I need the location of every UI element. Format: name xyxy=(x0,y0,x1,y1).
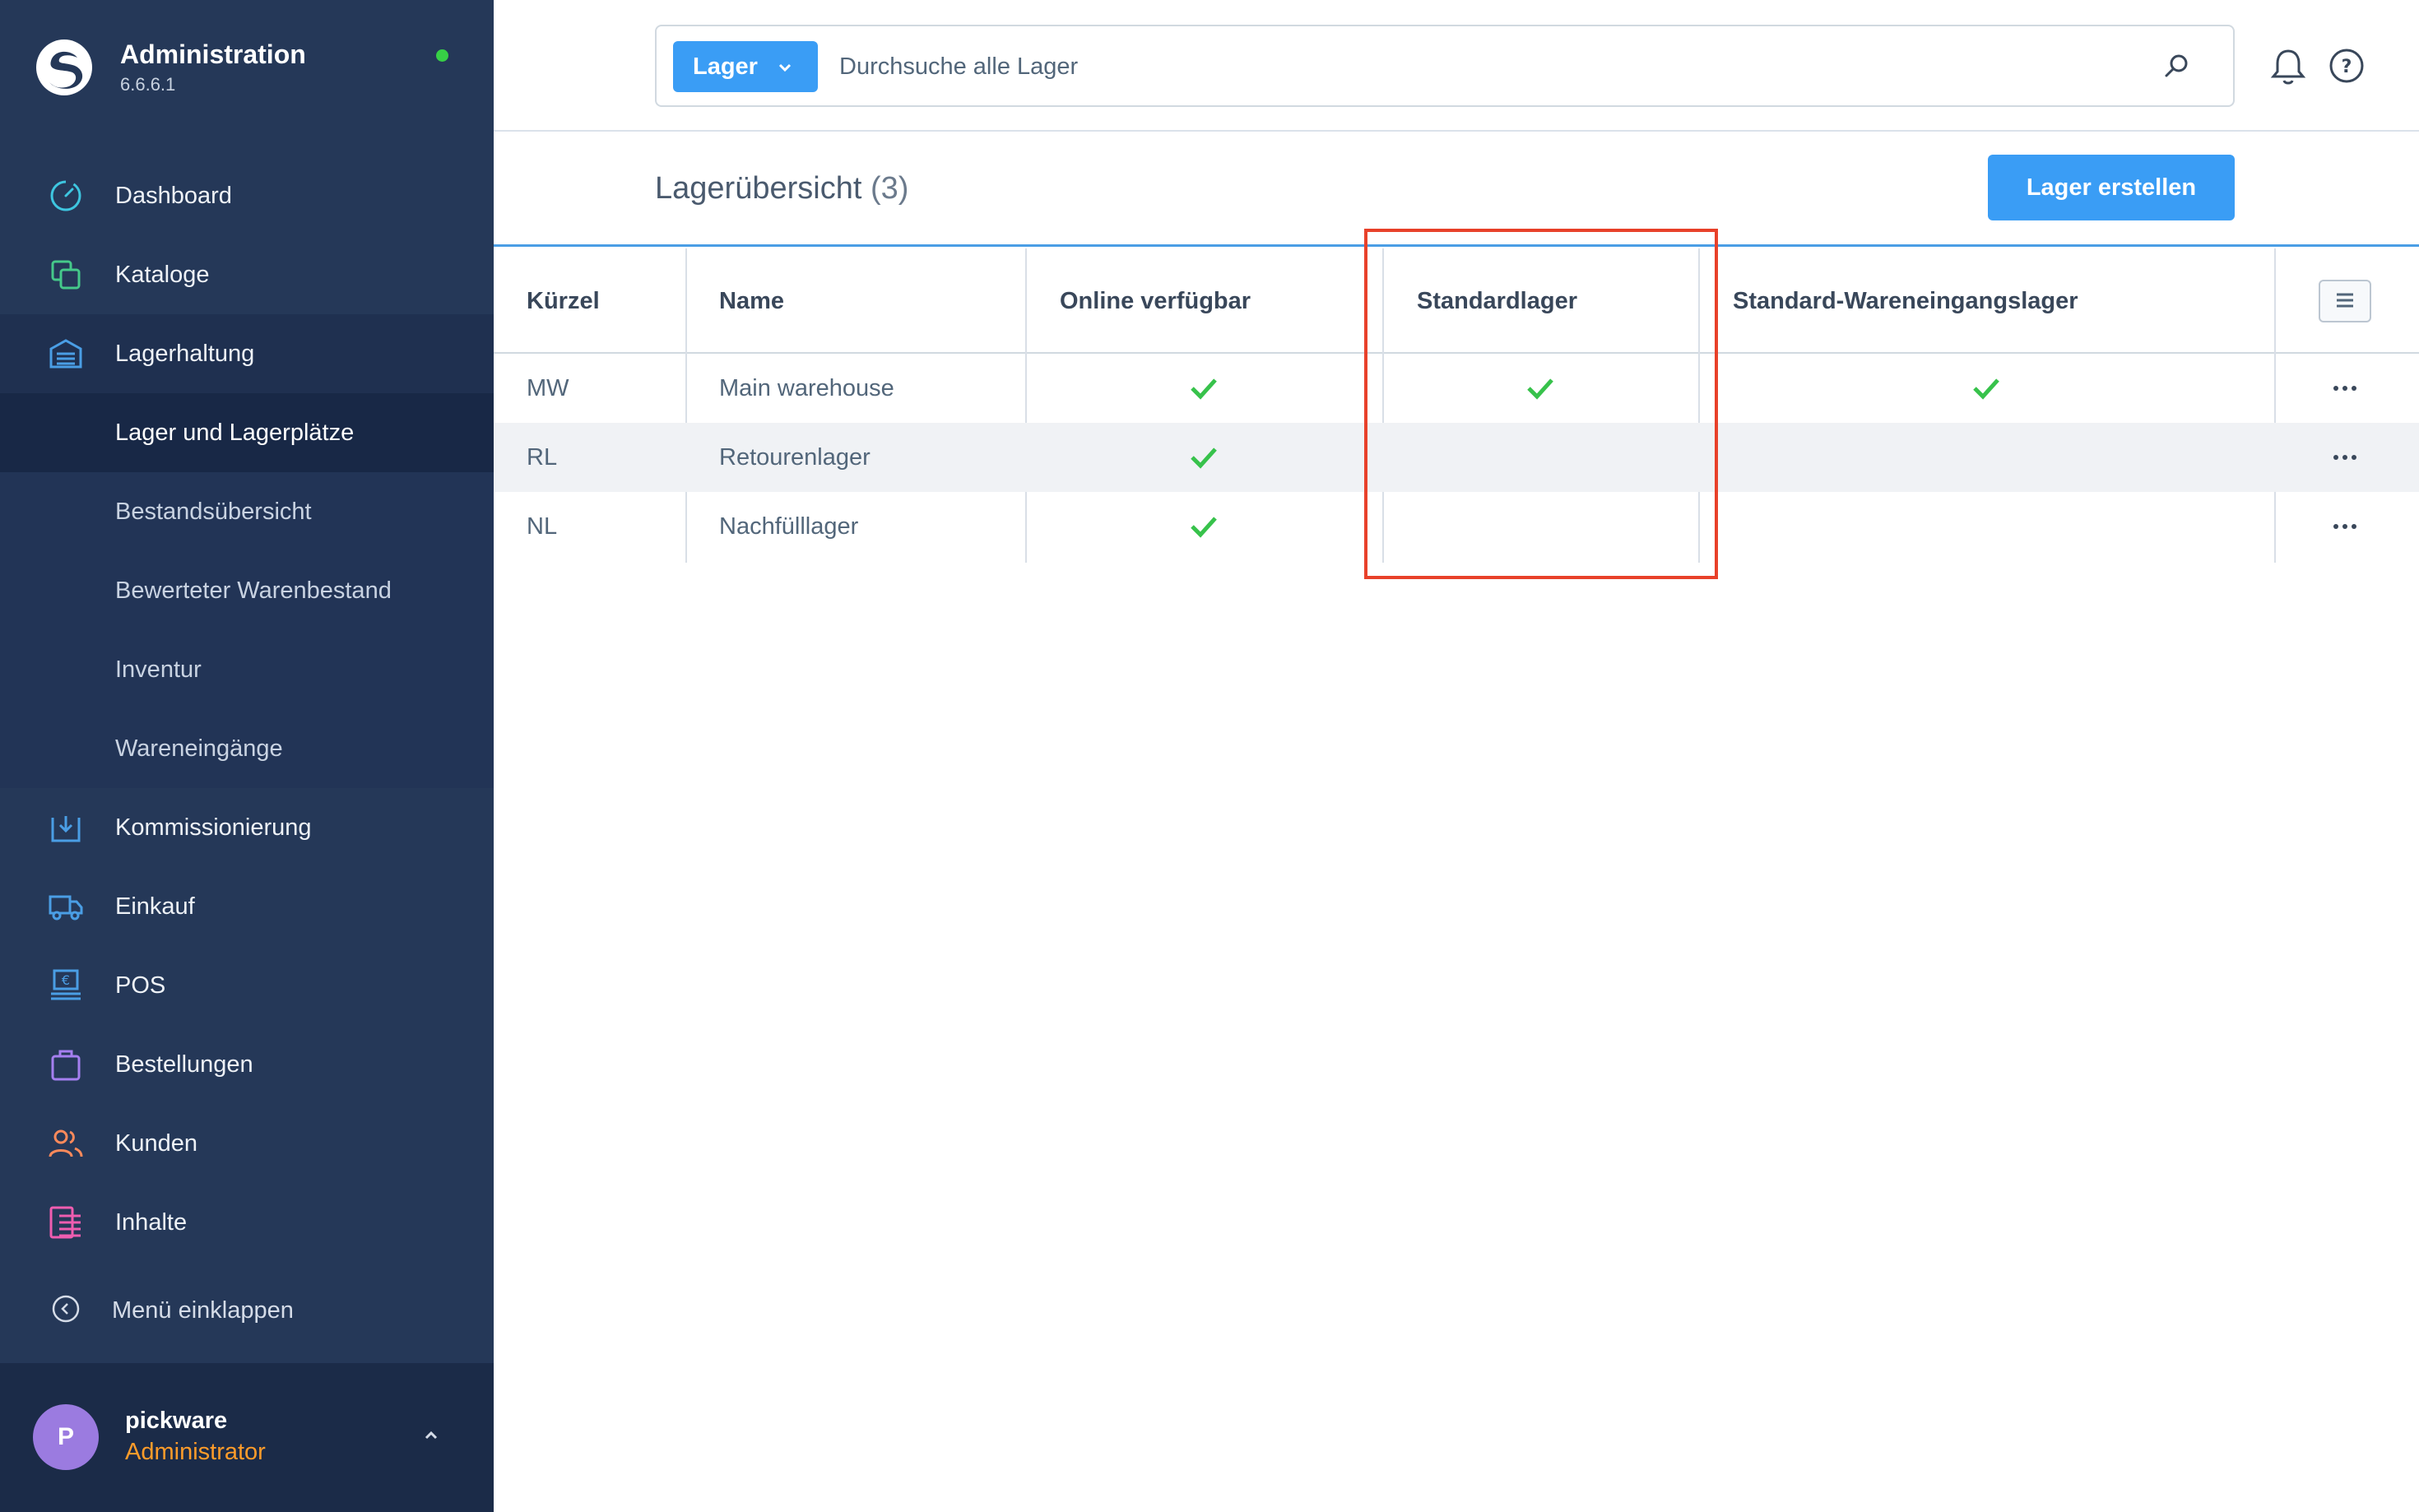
nav-item-lagerhaltung[interactable]: Lagerhaltung xyxy=(0,314,494,393)
check-icon xyxy=(1191,448,1217,469)
nav-item-bestellungen[interactable]: Bestellungen xyxy=(0,1025,494,1104)
nav-label: Kunden xyxy=(115,1129,197,1157)
create-warehouse-button[interactable]: Lager erstellen xyxy=(1988,155,2235,220)
nav-label: Inhalte xyxy=(115,1208,188,1236)
chevron-down-icon xyxy=(778,63,792,72)
online-status-dot xyxy=(436,49,448,62)
help-icon[interactable]: ? xyxy=(2328,48,2365,84)
subnav-label: Bewerteter Warenbestand xyxy=(115,577,392,604)
column-header-online[interactable]: Online verfügbar xyxy=(1060,248,1251,354)
app-version: 6.6.6.1 xyxy=(120,74,176,95)
column-settings-button[interactable] xyxy=(2319,280,2371,322)
column-header-standard-wareneingangslager[interactable]: Standard-Wareneingangslager xyxy=(1733,248,2078,354)
collapse-menu-button[interactable]: Menü einklappen xyxy=(0,1271,494,1350)
warehouse-count: (3) xyxy=(870,171,909,206)
bell-icon[interactable] xyxy=(2269,46,2307,87)
check-icon xyxy=(1191,378,1217,400)
row-actions-button[interactable] xyxy=(2328,373,2361,403)
nav-item-kommissionierung[interactable]: Kommissionierung xyxy=(0,788,494,867)
subnav-item-bestandsuebersicht[interactable]: Bestandsübersicht xyxy=(0,472,494,551)
nav-label: Lagerhaltung xyxy=(115,340,255,367)
search-type-label: Lager xyxy=(693,53,758,80)
main-navigation: Dashboard Kataloge Lagerhaltung Lager un… xyxy=(0,156,494,1262)
nav-item-inhalte[interactable]: Inhalte xyxy=(0,1183,494,1262)
more-icon xyxy=(2333,524,2356,529)
nav-item-pos[interactable]: € POS xyxy=(0,946,494,1025)
nav-label: Bestellungen xyxy=(115,1051,253,1078)
column-header-kuerzel[interactable]: Kürzel xyxy=(527,248,600,354)
user-menu[interactable]: P pickware Administrator xyxy=(0,1363,494,1512)
search-bar: Lager xyxy=(655,25,2235,107)
sidebar: Administration 6.6.6.1 Dashboard Katalog… xyxy=(0,0,494,1512)
more-icon xyxy=(2333,455,2356,460)
cell-code: MW xyxy=(527,374,569,401)
nav-label: Dashboard xyxy=(115,182,232,209)
subnav-label: Wareneingänge xyxy=(115,735,283,762)
subnav-label: Inventur xyxy=(115,656,202,683)
search-input[interactable] xyxy=(838,41,2138,92)
subnav-label: Bestandsübersicht xyxy=(115,498,312,525)
nav-label: Einkauf xyxy=(115,893,195,920)
warehouse-submenu: Lager und Lagerplätze Bestandsübersicht … xyxy=(0,393,494,788)
svg-text:?: ? xyxy=(2342,57,2352,77)
nav-label: Kommissionierung xyxy=(115,814,312,841)
dashboard-icon xyxy=(50,180,81,211)
pos-icon: € xyxy=(51,969,81,1000)
row-actions-button[interactable] xyxy=(2328,443,2361,472)
cell-name[interactable]: Nachfülllager xyxy=(719,492,858,561)
search-type-dropdown[interactable]: Lager xyxy=(673,41,818,92)
search-icon[interactable] xyxy=(2161,51,2192,82)
top-bar: Lager ? xyxy=(494,0,2419,132)
users-icon xyxy=(49,1129,83,1157)
page-title-text: Lagerübersicht xyxy=(655,171,862,206)
cell-code: NL xyxy=(527,513,558,540)
content-icon xyxy=(49,1206,81,1239)
nav-item-kataloge[interactable]: Kataloge xyxy=(0,235,494,314)
page-title: Lagerübersicht (3) xyxy=(655,171,908,206)
subnav-item-bewerteter-warenbestand[interactable]: Bewerteter Warenbestand xyxy=(0,551,494,630)
cell-name[interactable]: Retourenlager xyxy=(719,423,871,492)
nav-item-kunden[interactable]: Kunden xyxy=(0,1104,494,1183)
list-icon xyxy=(2337,293,2353,307)
app-title: Administration xyxy=(120,39,306,69)
truck-icon xyxy=(49,895,83,921)
user-name: pickware xyxy=(125,1408,228,1434)
check-icon xyxy=(1973,378,1999,400)
more-icon xyxy=(2333,386,2356,391)
subnav-label: Lager und Lagerplätze xyxy=(115,419,355,446)
user-role: Administrator xyxy=(125,1439,266,1465)
brand: Administration 6.6.6.1 xyxy=(0,0,494,140)
collapse-menu-label: Menü einklappen xyxy=(112,1297,294,1324)
nav-item-dashboard[interactable]: Dashboard xyxy=(0,156,494,235)
column-header-name[interactable]: Name xyxy=(719,248,784,354)
chevron-up-icon[interactable] xyxy=(420,1424,443,1447)
highlight-box-standardlager-column xyxy=(1364,229,1718,579)
nav-label: POS xyxy=(115,972,166,999)
cell-name[interactable]: Main warehouse xyxy=(719,354,894,423)
row-actions-button[interactable] xyxy=(2328,512,2361,541)
nav-item-einkauf[interactable]: Einkauf xyxy=(0,867,494,946)
subnav-item-lager-und-lagerplaetze[interactable]: Lager und Lagerplätze xyxy=(0,393,494,472)
nav-label: Kataloge xyxy=(115,261,210,288)
picking-icon xyxy=(51,816,81,842)
shopware-logo-icon[interactable] xyxy=(35,38,94,97)
catalog-icon xyxy=(51,260,81,290)
svg-text:€: € xyxy=(62,972,70,988)
warehouse-icon xyxy=(49,339,82,369)
check-icon xyxy=(1191,517,1217,538)
avatar: P xyxy=(33,1404,99,1470)
subnav-item-wareneingaenge[interactable]: Wareneingänge xyxy=(0,709,494,788)
subnav-item-inventur[interactable]: Inventur xyxy=(0,630,494,709)
bag-icon xyxy=(51,1050,81,1081)
chevron-left-circle-icon xyxy=(52,1295,80,1323)
cell-code: RL xyxy=(527,443,558,471)
